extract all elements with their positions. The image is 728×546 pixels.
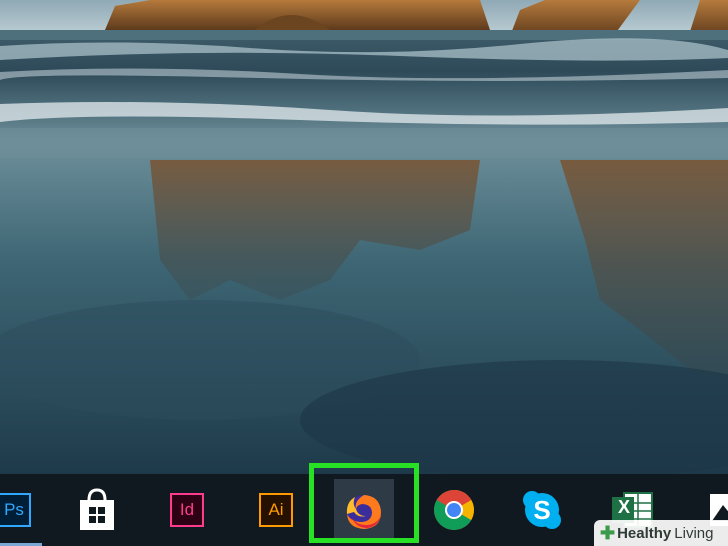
indesign-icon: Id bbox=[170, 493, 204, 527]
watermark-brand-a: Healthy bbox=[617, 524, 672, 542]
chrome-icon bbox=[434, 490, 474, 530]
taskbar-firefox[interactable] bbox=[328, 474, 400, 546]
watermark-brand-b: Living bbox=[674, 524, 714, 542]
wallpaper-image bbox=[0, 0, 728, 474]
taskbar-chrome[interactable] bbox=[418, 474, 490, 546]
watermark: ✚ Healthy Living bbox=[594, 520, 728, 546]
skype-icon: S bbox=[523, 491, 561, 529]
taskbar-photoshop[interactable]: Ps bbox=[0, 474, 50, 546]
plus-icon: ✚ bbox=[600, 522, 616, 543]
illustrator-icon: Ai bbox=[259, 493, 293, 527]
taskbar-store[interactable] bbox=[61, 474, 133, 546]
photoshop-icon: Ps bbox=[0, 493, 31, 527]
firefox-icon bbox=[346, 495, 381, 529]
taskbar-skype[interactable]: S bbox=[506, 474, 578, 546]
taskbar-illustrator[interactable]: Ai bbox=[240, 474, 312, 546]
taskbar-indesign[interactable]: Id bbox=[151, 474, 223, 546]
excel-letter: X bbox=[618, 497, 631, 517]
shopping-bag-icon bbox=[80, 488, 114, 530]
svg-text:S: S bbox=[533, 495, 550, 525]
desktop-wallpaper bbox=[0, 0, 728, 474]
